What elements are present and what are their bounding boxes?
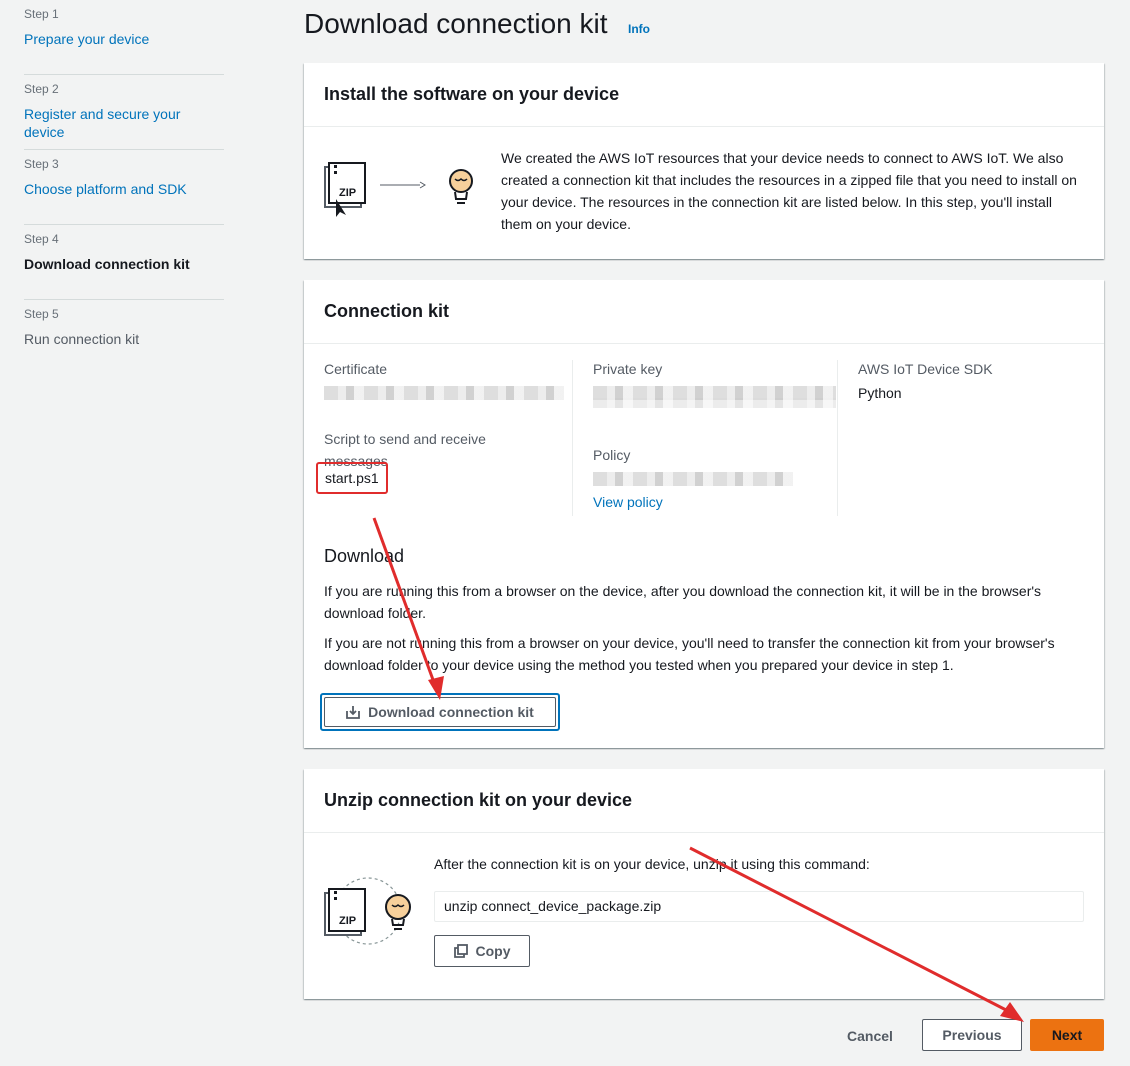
- info-link[interactable]: Info: [628, 22, 650, 36]
- certificate-label: Certificate: [324, 361, 388, 377]
- download-connection-kit-button[interactable]: Download connection kit: [320, 693, 560, 731]
- previous-button[interactable]: Previous: [922, 1019, 1022, 1051]
- step-number: Step 3: [24, 157, 59, 171]
- unzip-command-field[interactable]: unzip connect_device_package.zip: [434, 891, 1084, 922]
- download-button-inner: Download connection kit: [324, 697, 556, 727]
- download-paragraph-2: If you are not running this from a brows…: [324, 635, 1055, 673]
- copy-icon: [453, 944, 468, 958]
- step-link-prepare-device[interactable]: Prepare your device: [24, 30, 224, 48]
- sdk-label: AWS IoT Device SDK: [858, 361, 993, 377]
- policy-label: Policy: [593, 447, 631, 463]
- panel-title: Connection kit: [304, 280, 1104, 344]
- kit-column-certificate: Certificate Script to send and receive m…: [324, 360, 564, 472]
- download-paragraph-1: If you are running this from a browser o…: [324, 583, 1042, 621]
- private-key-label: Private key: [593, 361, 663, 377]
- next-button[interactable]: Next: [1030, 1019, 1104, 1051]
- panel-title: Unzip connection kit on your device: [304, 769, 1104, 833]
- zip-label: ZIP: [339, 187, 356, 199]
- step-number: Step 4: [24, 232, 59, 246]
- connection-kit-panel: Connection kit Certificate Script to sen…: [304, 280, 1104, 748]
- step-number: Step 5: [24, 307, 59, 321]
- step-1: Step 1 Prepare your device: [24, 0, 224, 75]
- step-4: Step 4 Download connection kit: [24, 225, 224, 300]
- copy-button[interactable]: Copy: [434, 935, 530, 967]
- kit-column-sdk: AWS IoT Device SDK Python: [837, 360, 1087, 516]
- step-3: Step 3 Choose platform and SDK: [24, 150, 224, 225]
- page-title: Download connection kit: [304, 8, 608, 39]
- private-key-value-redacted-2: [593, 398, 836, 408]
- download-heading: Download: [324, 546, 405, 566]
- step-number: Step 1: [24, 7, 59, 21]
- script-filename: start.ps1: [316, 462, 388, 494]
- install-software-panel: Install the software on your device ZIP …: [304, 63, 1104, 259]
- zip-unzip-icon: ZIP: [324, 877, 411, 945]
- zip-to-device-icon: ZIP: [324, 162, 473, 217]
- unzip-panel: Unzip connection kit on your device ZIP …: [304, 769, 1104, 999]
- step-2: Step 2 Register and secure your device: [24, 75, 224, 150]
- view-policy-link[interactable]: View policy: [593, 494, 836, 510]
- policy-value-redacted: [593, 472, 793, 486]
- step-5: Step 5 Run connection kit: [24, 300, 224, 375]
- unzip-instruction: After the connection kit is on your devi…: [434, 856, 870, 872]
- download-button-label: Download connection kit: [368, 704, 534, 720]
- kit-column-private-key: Private key Policy View policy: [572, 360, 836, 516]
- step-number: Step 2: [24, 82, 59, 96]
- step-current-download-kit: Download connection kit: [24, 256, 190, 272]
- install-description: We created the AWS IoT resources that yo…: [501, 150, 1077, 232]
- step-link-register-device[interactable]: Register and secure your device: [24, 105, 224, 141]
- panel-title: Install the software on your device: [304, 63, 1104, 127]
- sdk-value: Python: [858, 385, 902, 401]
- zip-label: ZIP: [339, 915, 356, 927]
- download-icon: [346, 706, 361, 719]
- wizard-steps: Step 1 Prepare your device Step 2 Regist…: [24, 0, 224, 375]
- install-illustration: ZIP: [324, 159, 484, 223]
- step-label-run-kit: Run connection kit: [24, 331, 140, 347]
- unzip-illustration: ZIP: [324, 877, 414, 951]
- certificate-value-redacted: [324, 386, 564, 400]
- copy-button-label: Copy: [475, 943, 511, 959]
- step-link-choose-platform[interactable]: Choose platform and SDK: [24, 180, 224, 198]
- cancel-button[interactable]: Cancel: [830, 1020, 910, 1052]
